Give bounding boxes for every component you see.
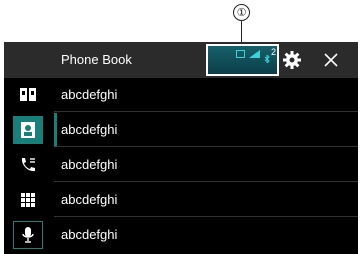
list-item[interactable]: abcdefghi	[54, 218, 358, 252]
contact-list: abcdefghi abcdefghi abcdefghi abcdefghi …	[54, 78, 358, 254]
callout-number: ①	[233, 4, 250, 21]
sidebar-item-phone-book[interactable]	[13, 81, 43, 109]
microphone-icon	[22, 227, 34, 243]
phone-screen: Phone Book 2 abcdefghi abcdefghi abcdefg…	[4, 42, 358, 254]
sidebar-item-call-history[interactable]	[13, 151, 43, 179]
header-bar: Phone Book 2	[4, 42, 358, 78]
close-icon[interactable]	[322, 51, 340, 69]
connected-device-count: 2	[271, 47, 277, 57]
contact-icon	[21, 122, 35, 138]
keypad-icon	[21, 193, 35, 207]
sidebar-item-voice[interactable]	[13, 221, 43, 249]
sidebar-item-contacts[interactable]	[13, 116, 43, 144]
bluetooth-icon	[264, 50, 270, 65]
call-history-icon	[21, 158, 35, 172]
list-item[interactable]: abcdefghi	[54, 78, 358, 112]
page-title: Phone Book	[61, 52, 132, 67]
device-status-indicator: 2	[206, 44, 279, 76]
signal-strength-icon	[249, 50, 260, 58]
battery-icon	[236, 50, 245, 58]
phone-book-icon	[20, 88, 36, 101]
list-item[interactable]: abcdefghi	[54, 148, 358, 182]
sidebar-item-keypad[interactable]	[13, 186, 43, 214]
sidebar	[4, 78, 54, 254]
settings-gear-icon[interactable]	[283, 51, 301, 69]
list-item[interactable]: abcdefghi	[54, 113, 358, 147]
list-item[interactable]: abcdefghi	[54, 183, 358, 217]
callout-leader-line	[241, 21, 242, 43]
